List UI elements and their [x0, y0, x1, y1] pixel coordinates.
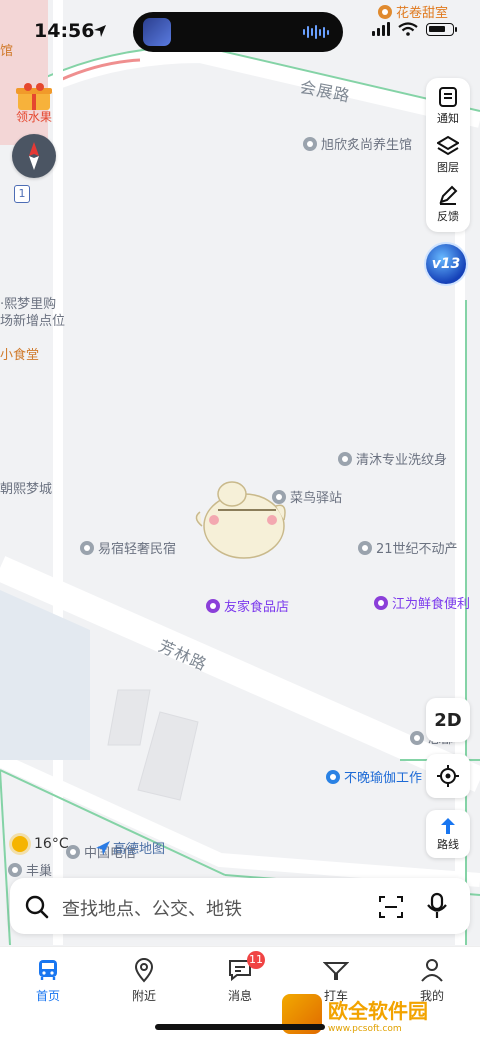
- tab-home[interactable]: 首页: [0, 957, 96, 1004]
- taxi-flag-icon: [323, 962, 349, 980]
- poi-label: 领水果: [16, 110, 53, 124]
- microphone-icon[interactable]: [424, 892, 450, 920]
- location-pin-icon: [358, 540, 372, 555]
- compass-button[interactable]: [12, 134, 56, 178]
- poi-jiangwei[interactable]: 江为鲜食便利: [374, 593, 470, 612]
- tab-label: 附近: [131, 989, 156, 1003]
- location-pin-icon: [134, 958, 154, 983]
- status-time: 14:56: [34, 20, 95, 42]
- compass-index-badge: 1: [14, 185, 30, 203]
- view-mode-button[interactable]: 2D: [426, 698, 470, 742]
- amap-arrow-icon: [96, 840, 110, 855]
- amap-logo-text: 高德地图: [113, 842, 166, 857]
- audio-wave-icon: [303, 25, 329, 39]
- tab-label: 消息: [227, 989, 252, 1003]
- locate-crosshair-icon: [437, 765, 459, 787]
- layers-button[interactable]: 图层: [426, 135, 470, 175]
- weather-widget[interactable]: 16°C: [12, 836, 69, 852]
- location-arrow-icon: [94, 25, 106, 37]
- poi-xuxin[interactable]: 旭欣炙尚养生馆: [303, 134, 412, 153]
- user-icon: [421, 959, 443, 982]
- layers-icon: [437, 135, 459, 156]
- shop-pin-icon: [374, 595, 388, 610]
- home-indicator[interactable]: [155, 1024, 325, 1030]
- poi-label: 小食堂: [0, 348, 40, 363]
- search-icon: [25, 895, 49, 919]
- poi-label: 朝熙梦城: [0, 482, 53, 497]
- amap-logo: 高德地图: [96, 838, 165, 857]
- notify-label: 通知: [437, 112, 459, 125]
- feedback-button[interactable]: 反馈: [426, 184, 470, 224]
- search-bar[interactable]: 查找地点、公交、地铁: [10, 878, 470, 934]
- poi-qingmu[interactable]: 清沐专业洗纹身: [338, 449, 447, 468]
- poi-youjia[interactable]: 友家食品店: [206, 596, 289, 615]
- poi-21century[interactable]: 21世纪不动产: [358, 538, 458, 557]
- locate-button[interactable]: [426, 754, 470, 798]
- version-badge-button[interactable]: v13: [426, 244, 466, 284]
- map-tool-panel: 通知 图层 反馈: [426, 78, 470, 232]
- tab-label: 首页: [35, 989, 60, 1003]
- location-pin-icon: [338, 451, 352, 466]
- dynamic-island[interactable]: [133, 12, 343, 52]
- poi-ximengcheng[interactable]: 朝熙梦城: [0, 478, 52, 497]
- layers-label: 图层: [437, 161, 459, 174]
- sun-icon: [12, 836, 28, 852]
- poi-label: 江为鲜食便利: [392, 597, 471, 612]
- poi-label: 场新增点位: [0, 314, 66, 329]
- poi-buwan[interactable]: 不晚瑜伽工作: [326, 767, 422, 786]
- yoga-pin-icon: [326, 769, 340, 784]
- poi-xiaoshitang[interactable]: 小食堂: [0, 344, 39, 363]
- poi-yisu[interactable]: 易宿轻奢民宿: [80, 538, 176, 557]
- compass-needle-icon: [29, 142, 39, 170]
- now-playing-art-icon: [143, 18, 171, 46]
- poi-label: 21世纪不动产: [376, 542, 458, 557]
- signal-icon: [372, 22, 390, 36]
- edit-pen-icon: [439, 185, 458, 205]
- route-button[interactable]: 路线: [426, 810, 470, 858]
- poi-label: 不晚瑜伽工作: [344, 771, 423, 786]
- route-label: 路线: [437, 838, 459, 851]
- battery-icon: [426, 22, 457, 36]
- weather-temp: 16°C: [34, 836, 69, 852]
- tab-messages[interactable]: 消息 11: [192, 951, 288, 1004]
- notice-icon: [439, 87, 457, 107]
- location-pin-icon: [410, 730, 424, 745]
- feedback-label: 反馈: [437, 210, 459, 223]
- status-bar: 14:56: [0, 0, 480, 62]
- search-input[interactable]: 查找地点、公交、地铁: [62, 895, 242, 921]
- notify-button[interactable]: 通知: [426, 86, 470, 126]
- poi-fengchao[interactable]: 丰巢: [8, 860, 52, 879]
- status-indicators: [372, 22, 457, 36]
- scan-icon[interactable]: [378, 894, 404, 920]
- watermark-text: 欧全软件园: [328, 998, 428, 1023]
- poi-label: 丰巢: [26, 864, 53, 879]
- watermark-url: www.pcsoft.com: [328, 1023, 402, 1034]
- wifi-icon: [398, 22, 418, 36]
- location-pin-icon: [303, 136, 317, 151]
- poi-label: 清沐专业洗纹身: [356, 453, 448, 468]
- route-arrow-icon: [441, 818, 455, 834]
- location-pin-icon: [8, 862, 22, 877]
- shop-pin-icon: [206, 598, 220, 613]
- poi-label: 菜鸟驿站: [290, 491, 343, 506]
- tab-nearby[interactable]: 附近: [96, 957, 192, 1004]
- poi-gift-label[interactable]: 领水果: [16, 108, 52, 125]
- poi-ximeng-2[interactable]: 场新增点位: [0, 310, 65, 329]
- poi-label: 友家食品店: [224, 600, 290, 615]
- mascot-avatar-icon[interactable]: [192, 476, 290, 562]
- message-count-badge: 11: [247, 951, 265, 969]
- poi-label: 旭欣炙尚养生馆: [321, 138, 413, 153]
- poi-label: 易宿轻奢民宿: [98, 542, 177, 557]
- map-canvas[interactable]: 会展路 芳林路 花卷甜室 馆 领水果 旭欣炙尚养生馆 ·熙梦里购 场新增点位 小…: [0, 0, 480, 945]
- bus-icon: [39, 960, 57, 980]
- location-pin-icon: [80, 540, 94, 555]
